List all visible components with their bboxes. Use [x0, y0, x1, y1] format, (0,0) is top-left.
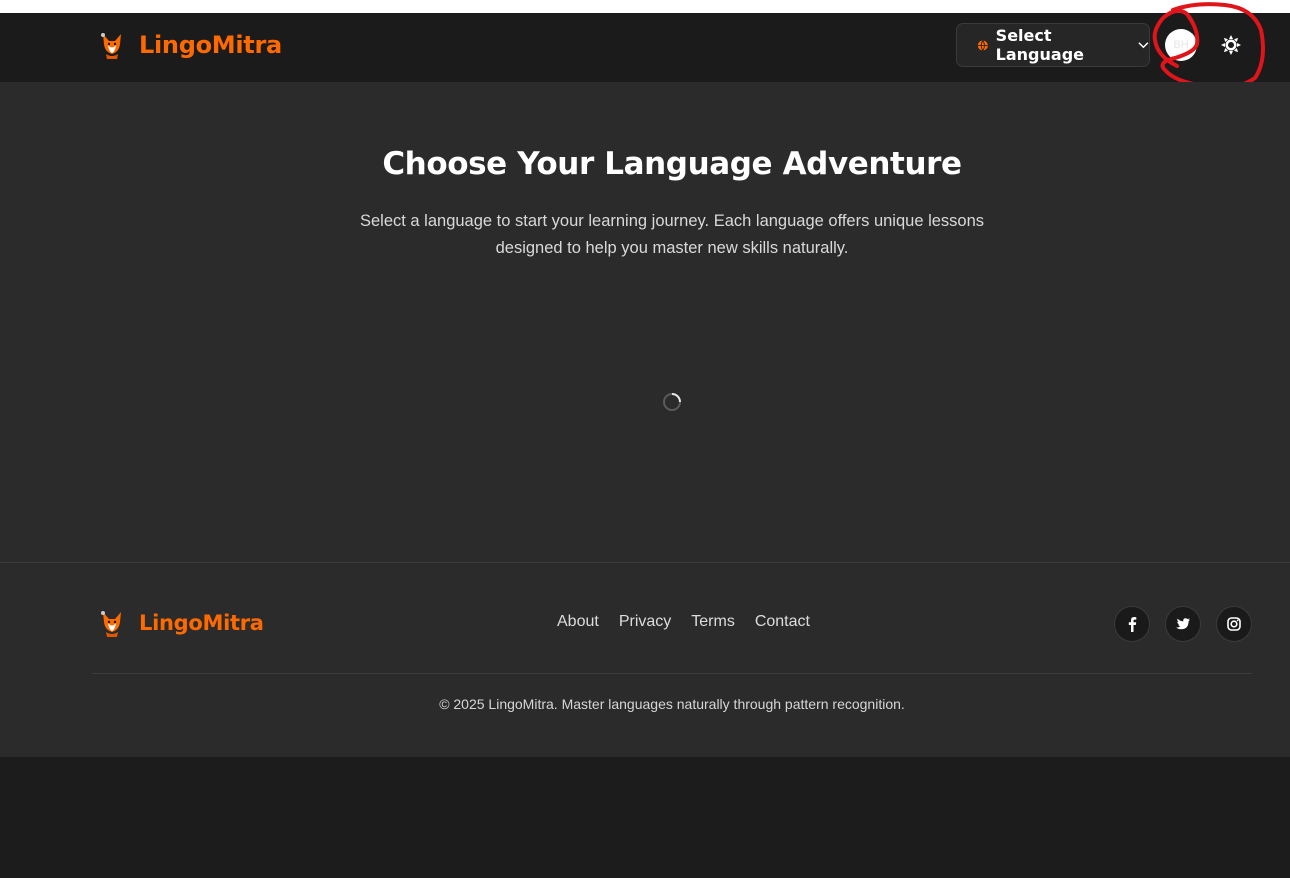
instagram-icon — [1227, 617, 1241, 631]
footer-link-terms[interactable]: Terms — [691, 613, 735, 631]
user-avatar[interactable]: BH — [1165, 29, 1197, 61]
top-strip — [0, 0, 1290, 13]
globe-icon — [977, 39, 988, 51]
chevron-down-icon — [1138, 42, 1149, 49]
theme-toggle-sun-icon[interactable] — [1220, 34, 1242, 56]
header-logo[interactable]: LingoMitra — [97, 30, 282, 60]
select-language-button[interactable]: Select Language — [956, 23, 1150, 67]
social-links — [1114, 606, 1252, 642]
footer-link-privacy[interactable]: Privacy — [619, 613, 671, 631]
copyright-text: © 2025 LingoMitra. Master languages natu… — [439, 696, 905, 712]
footer-link-about[interactable]: About — [557, 613, 599, 631]
page-title: Choose Your Language Adventure — [382, 146, 962, 182]
main-content: Choose Your Language Adventure Select a … — [0, 82, 1290, 562]
twitter-button[interactable] — [1165, 606, 1201, 642]
avatar-initials: BH — [1173, 39, 1189, 51]
facebook-button[interactable] — [1114, 606, 1150, 642]
footer-nav: About Privacy Terms Contact — [557, 613, 810, 631]
select-language-label: Select Language — [995, 26, 1084, 64]
twitter-icon — [1176, 618, 1190, 630]
facebook-icon — [1128, 617, 1137, 632]
fox-logo-icon — [101, 33, 121, 59]
site-footer: LingoMitra About Privacy Terms Contact ©… — [0, 562, 1290, 757]
footer-logo[interactable]: LingoMitra — [97, 608, 264, 638]
fox-logo-icon — [101, 611, 121, 637]
footer-divider — [92, 673, 1252, 674]
instagram-button[interactable] — [1216, 606, 1252, 642]
footer-link-contact[interactable]: Contact — [755, 613, 810, 631]
page-subtitle: Select a language to start your learning… — [359, 212, 985, 257]
footer-brand-name: LingoMitra — [139, 611, 264, 635]
site-header: LingoMitra Select Language BH — [0, 13, 1290, 82]
brand-name: LingoMitra — [139, 31, 282, 59]
loading-spinner-icon — [663, 393, 681, 411]
